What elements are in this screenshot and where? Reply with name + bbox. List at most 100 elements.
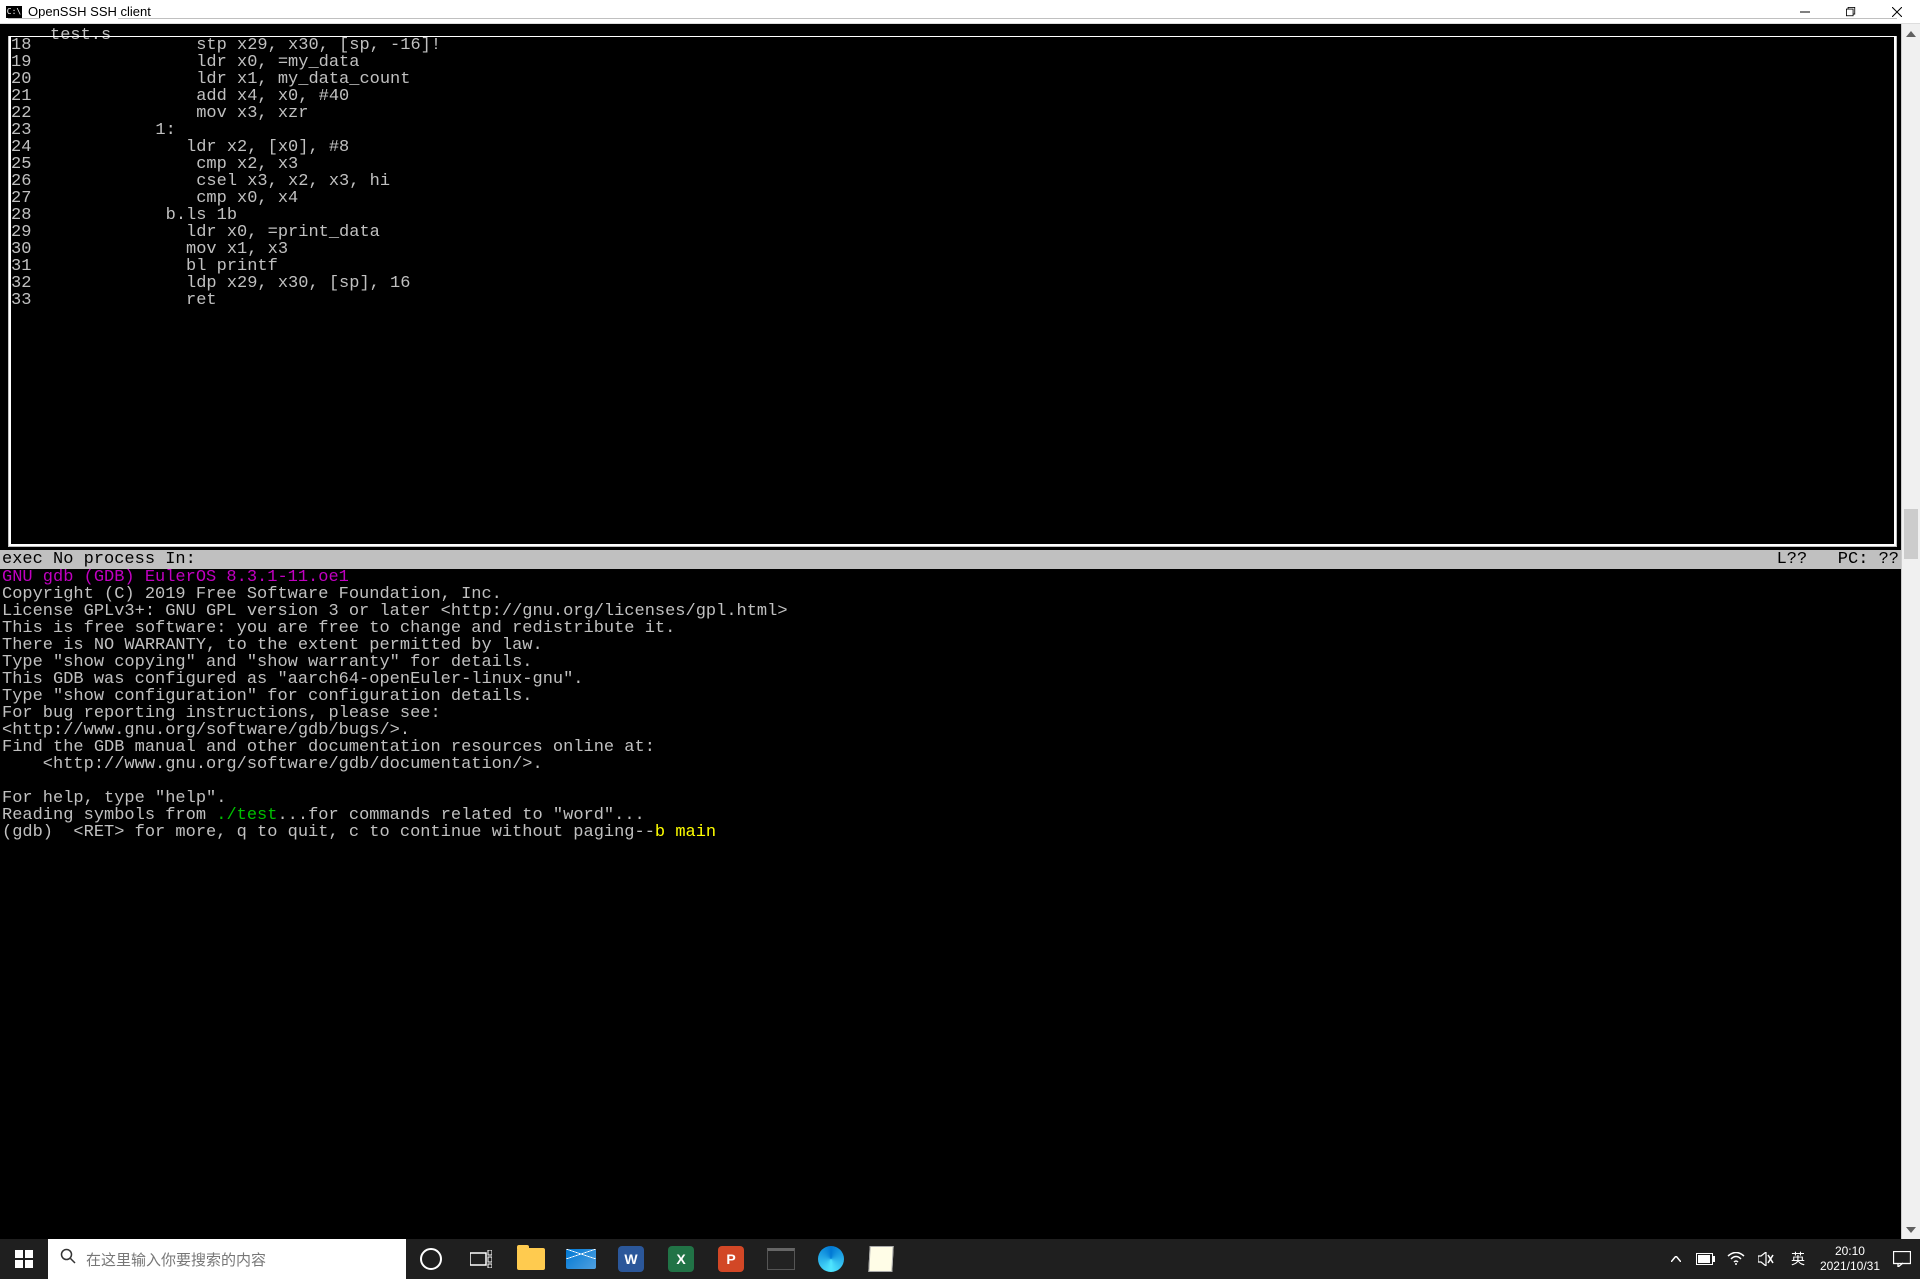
gdb-user-command[interactable]: b main: [655, 823, 716, 842]
windows-logo-icon: [15, 1250, 33, 1268]
source-line: 29 ldr x0, =print_data: [11, 224, 1894, 241]
line-number: 24: [11, 139, 33, 156]
powerpoint-icon: P: [718, 1246, 744, 1272]
source-line: 19 ldr x0, =my_data: [11, 54, 1894, 71]
excel-app-button[interactable]: X: [656, 1239, 706, 1279]
clock-date: 2021/10/31: [1820, 1259, 1880, 1274]
line-number: 23: [11, 122, 33, 139]
source-line: 24 ldr x2, [x0], #8: [11, 139, 1894, 156]
cortana-button[interactable]: [406, 1239, 456, 1279]
battery-icon[interactable]: [1696, 1253, 1716, 1265]
wifi-icon[interactable]: [1726, 1252, 1746, 1266]
terminal-app-button[interactable]: [756, 1239, 806, 1279]
line-number: 20: [11, 71, 33, 88]
line-code: ldp x29, x30, [sp], 16: [33, 275, 1894, 292]
scroll-up-arrow[interactable]: [1902, 24, 1920, 43]
mail-app-button[interactable]: [556, 1239, 606, 1279]
taskbar-search-box[interactable]: 在这里输入你要搜索的内容: [48, 1239, 406, 1279]
line-code: mov x3, xzr: [33, 105, 1894, 122]
powerpoint-app-button[interactable]: P: [706, 1239, 756, 1279]
terminal-icon: [767, 1248, 795, 1270]
source-line: 21 add x4, x0, #40: [11, 88, 1894, 105]
line-code: cmp x0, x4: [33, 190, 1894, 207]
start-button[interactable]: [0, 1239, 48, 1279]
volume-icon[interactable]: [1756, 1252, 1776, 1266]
line-code: ldr x1, my_data_count: [33, 71, 1894, 88]
line-code: bl printf: [33, 258, 1894, 275]
line-number: 33: [11, 292, 33, 309]
maximize-button[interactable]: [1828, 0, 1874, 24]
line-code: ret: [33, 292, 1894, 309]
line-number: 31: [11, 258, 33, 275]
windows-taskbar: 在这里输入你要搜索的内容 W X P 英 20:10 2021/10/31: [0, 1239, 1920, 1279]
action-center-button[interactable]: [1890, 1251, 1914, 1267]
notepad-app-button[interactable]: [856, 1239, 906, 1279]
line-number: 22: [11, 105, 33, 122]
line-code: ldr x0, =my_data: [33, 54, 1894, 71]
minimize-button[interactable]: [1782, 0, 1828, 24]
line-code: 1:: [33, 122, 1894, 139]
edge-icon: [818, 1246, 844, 1272]
notepad-icon: [868, 1246, 893, 1272]
clock[interactable]: 20:10 2021/10/31: [1820, 1244, 1880, 1274]
window-titlebar: C:\ OpenSSH SSH client: [0, 0, 1920, 24]
ime-indicator[interactable]: 英: [1786, 1249, 1810, 1269]
gdb-prompt: (gdb): [2, 823, 63, 842]
task-view-icon: [470, 1250, 492, 1268]
line-code: csel x3, x2, x3, hi: [33, 173, 1894, 190]
word-icon: W: [618, 1246, 644, 1272]
mail-icon: [566, 1249, 596, 1269]
line-number: 29: [11, 224, 33, 241]
app-icon: C:\: [6, 6, 22, 18]
line-code: add x4, x0, #40: [33, 88, 1894, 105]
line-code: ldr x0, =print_data: [33, 224, 1894, 241]
cortana-icon: [420, 1248, 442, 1270]
system-tray: 英 20:10 2021/10/31: [1660, 1239, 1920, 1279]
word-app-button[interactable]: W: [606, 1239, 656, 1279]
line-number: 27: [11, 190, 33, 207]
scroll-down-arrow[interactable]: [1902, 1220, 1920, 1239]
line-number: 18: [11, 37, 33, 54]
line-code: ldr x2, [x0], #8: [33, 139, 1894, 156]
source-line: 31 bl printf: [11, 258, 1894, 275]
folder-icon: [517, 1248, 545, 1270]
line-number: 32: [11, 275, 33, 292]
edge-app-button[interactable]: [806, 1239, 856, 1279]
line-code: cmp x2, x3: [33, 156, 1894, 173]
source-line: 25 cmp x2, x3: [11, 156, 1894, 173]
line-number: 28: [11, 207, 33, 224]
source-line: 20 ldr x1, my_data_count: [11, 71, 1894, 88]
line-number: 21: [11, 88, 33, 105]
source-line: 23 1:: [11, 122, 1894, 139]
line-code: mov x1, x3: [33, 241, 1894, 258]
gdb-copyright-text: Copyright (C) 2019 Free Software Foundat…: [2, 585, 788, 808]
source-code-area[interactable]: 18 stp x29, x30, [sp, -16]!19 ldr x0, =m…: [9, 36, 1896, 546]
source-line: 30 mov x1, x3: [11, 241, 1894, 258]
search-icon: [60, 1248, 76, 1270]
line-number: 26: [11, 173, 33, 190]
vertical-scrollbar[interactable]: [1901, 24, 1920, 1239]
source-editor-pane: test.s 18 stp x29, x30, [sp, -16]!19 ldr…: [8, 26, 1897, 556]
task-view-button[interactable]: [456, 1239, 506, 1279]
window-title: OpenSSH SSH client: [28, 4, 151, 19]
line-number: 30: [11, 241, 33, 258]
source-line: 26 csel x3, x2, x3, hi: [11, 173, 1894, 190]
scroll-thumb[interactable]: [1904, 509, 1918, 559]
gdb-output[interactable]: GNU gdb (GDB) EulerOS 8.3.1-11.oe1 Copyr…: [0, 569, 1901, 841]
file-explorer-button[interactable]: [506, 1239, 556, 1279]
terminal-content[interactable]: test.s 18 stp x29, x30, [sp, -16]!19 ldr…: [0, 24, 1901, 1239]
line-number: 25: [11, 156, 33, 173]
clock-time: 20:10: [1820, 1244, 1880, 1259]
search-placeholder: 在这里输入你要搜索的内容: [86, 1249, 266, 1270]
line-number: 19: [11, 54, 33, 71]
source-line: 32 ldp x29, x30, [sp], 16: [11, 275, 1894, 292]
close-button[interactable]: [1874, 0, 1920, 24]
source-line: 27 cmp x0, x4: [11, 190, 1894, 207]
source-line: 28 b.ls 1b: [11, 207, 1894, 224]
gdb-pager-msg: <RET> for more, q to quit, c to continue…: [63, 823, 655, 842]
tray-overflow-button[interactable]: [1666, 1256, 1686, 1262]
source-line: 33 ret: [11, 292, 1894, 309]
line-code: b.ls 1b: [33, 207, 1894, 224]
source-line: 22 mov x3, xzr: [11, 105, 1894, 122]
source-line: 18 stp x29, x30, [sp, -16]!: [11, 37, 1894, 54]
